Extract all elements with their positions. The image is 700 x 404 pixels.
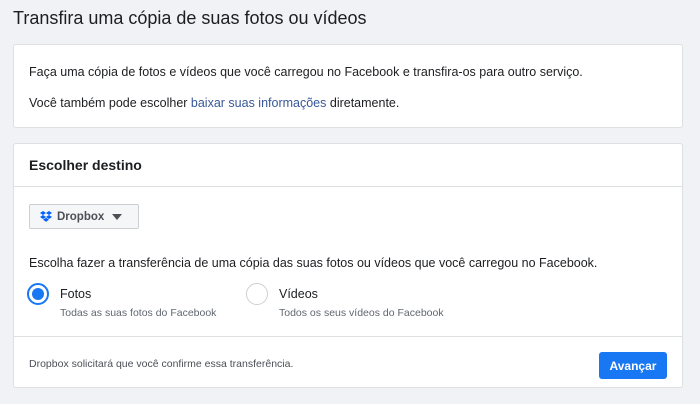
videos-label: Vídeos — [279, 287, 318, 301]
confirm-note: Dropbox solicitará que você confirme ess… — [29, 358, 294, 370]
intro-text: Faça uma cópia de fotos e vídeos que voc… — [29, 65, 583, 79]
dropdown-selected-label: Dropbox — [57, 210, 105, 223]
photos-sublabel: Todas as suas fotos do Facebook — [60, 307, 217, 319]
destination-title: Escolher destino — [29, 157, 142, 173]
download-info-suffix: diretamente. — [326, 96, 400, 110]
download-info-text: Você também pode escolher baixar suas in… — [29, 96, 399, 110]
photos-radio[interactable] — [27, 283, 49, 305]
destination-card: Escolher destino Dropbox Escolha fazer a… — [13, 143, 683, 388]
footer-divider — [14, 336, 682, 337]
choose-instruction: Escolha fazer a transferência de uma cóp… — [29, 256, 598, 270]
next-button[interactable]: Avançar — [599, 352, 667, 379]
caret-down-icon — [112, 213, 123, 220]
dropbox-icon — [40, 211, 52, 222]
download-info-prefix: Você também pode escolher — [29, 96, 191, 110]
videos-sublabel: Todos os seus vídeos do Facebook — [279, 307, 444, 319]
destination-header: Escolher destino — [14, 144, 682, 187]
photos-label: Fotos — [60, 287, 92, 301]
page-title: Transfira uma cópia de suas fotos ou víd… — [13, 8, 367, 28]
videos-radio[interactable] — [246, 283, 268, 305]
download-info-link[interactable]: baixar suas informações — [191, 96, 326, 110]
intro-card: Faça uma cópia de fotos e vídeos que voc… — [13, 44, 683, 128]
destination-dropdown[interactable]: Dropbox — [29, 204, 139, 229]
